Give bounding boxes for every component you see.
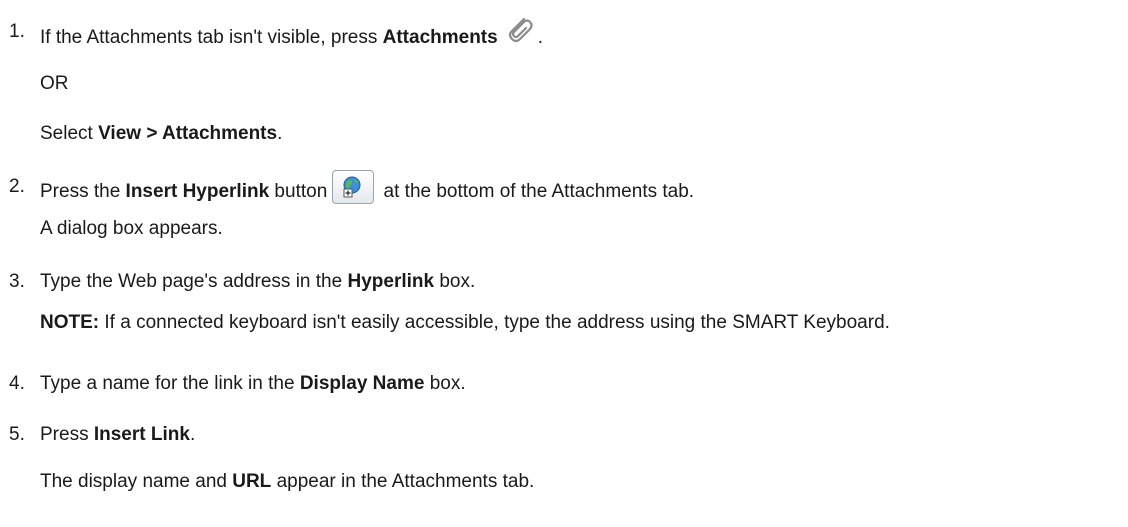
- step-4-line-1: Type a name for the link in the Display …: [40, 373, 466, 394]
- step-5-line-1: Press Insert Link.: [40, 424, 196, 445]
- step-5-line-2: The display name and URL appear in the A…: [40, 471, 535, 492]
- step-number: 1.: [9, 21, 25, 42]
- paperclip-icon: [502, 12, 538, 48]
- step-number: 4.: [9, 373, 25, 394]
- step-2-line-2: A dialog box appears.: [40, 218, 223, 239]
- step-2-line-1: Press the Insert Hyperlink button at the…: [40, 170, 694, 209]
- step-number: 2.: [9, 176, 25, 197]
- step-1-line-1: If the Attachments tab isn't visible, pr…: [40, 17, 543, 56]
- step-1-line-3: Select View > Attachments.: [40, 123, 283, 144]
- step-number: 3.: [9, 271, 25, 292]
- step-3-note: NOTE: If a connected keyboard isn't easi…: [40, 312, 890, 333]
- step-3-line-1: Type the Web page's address in the Hyper…: [40, 271, 476, 292]
- insert-hyperlink-button-icon: [332, 170, 375, 204]
- step-1-line-or: OR: [40, 73, 69, 94]
- step-number: 5.: [9, 424, 25, 445]
